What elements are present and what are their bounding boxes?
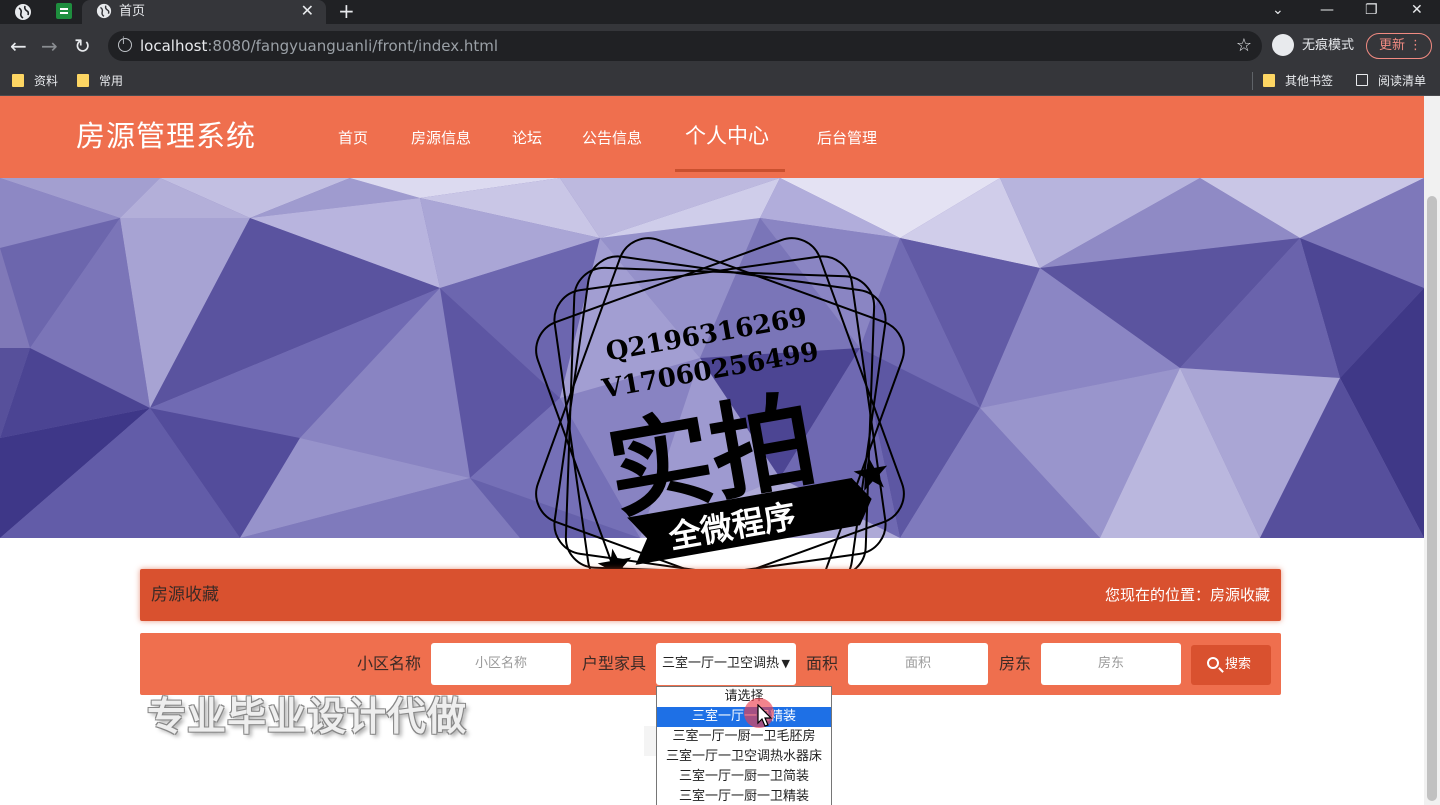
dropdown-option[interactable]: 三室一厅一厨一卫简装 [657, 767, 831, 787]
bookmark-folder-other[interactable]: 其他书签 [1263, 72, 1333, 90]
new-tab-icon[interactable]: + [338, 0, 355, 22]
folder-icon [77, 74, 89, 87]
dropdown-option[interactable]: 三室一厅一厨一卫精装 [657, 787, 831, 805]
chevron-down-icon: ▼ [781, 657, 790, 670]
nav-active-underline [675, 169, 785, 172]
nav-admin[interactable]: 后台管理 [817, 128, 877, 148]
reading-list[interactable]: 阅读清单 [1356, 72, 1426, 90]
search-icon [1207, 657, 1219, 669]
nav-forum[interactable]: 论坛 [512, 128, 542, 148]
dropdown-option[interactable]: 三室一厅一卫空调热水器床 [657, 747, 831, 767]
url-text[interactable]: localhost:8080/fangyuanguanli/front/inde… [140, 36, 498, 56]
page-viewport: 房源管理系统 首页 房源信息 论坛 公告信息 个人中心 后台管理 Q219631… [0, 96, 1424, 805]
search-button[interactable]: 搜索 [1191, 645, 1271, 685]
site-header: 房源管理系统 首页 房源信息 论坛 公告信息 个人中心 后台管理 [0, 96, 1424, 178]
area-input[interactable] [848, 643, 988, 685]
furniture-label: 户型家具 [582, 654, 647, 673]
page-title-bar: 房源收藏 您现在的位置：房源收藏 [140, 569, 1281, 621]
site-logo[interactable]: 房源管理系统 [76, 118, 256, 154]
update-button[interactable]: 更新 ⋮ [1366, 33, 1432, 59]
furniture-select[interactable]: 三室一厅一卫空调热 ▼ [656, 643, 796, 685]
community-label: 小区名称 [357, 654, 422, 673]
nav-personal-center[interactable]: 个人中心 [685, 122, 769, 150]
furniture-dropdown-list[interactable]: 请选择 三室一厅一卫精装 三室一厅一厨一卫毛胚房 三室一厅一卫空调热水器床 三室… [656, 686, 832, 805]
bookmarks-divider [1252, 72, 1253, 90]
browser-tab-strip: 首页 ✕ + ⌄ — ❐ ✕ [0, 0, 1440, 24]
reading-list-icon [1356, 74, 1368, 86]
back-icon[interactable]: ← [10, 34, 27, 58]
bookmarks-bar: 资料 常用 其他书签 阅读清单 [0, 68, 1440, 96]
window-close-icon[interactable]: ✕ [1411, 0, 1423, 20]
nav-home[interactable]: 首页 [338, 128, 368, 148]
watermark-text: 专业毕业设计代做 [147, 695, 468, 740]
breadcrumb: 您现在的位置：房源收藏 [1104, 586, 1270, 604]
browser-toolbar: ← → ↻ localhost:8080/fangyuanguanli/fron… [0, 24, 1440, 68]
community-input[interactable] [431, 643, 571, 685]
globe-icon[interactable] [14, 3, 32, 21]
tab-close-icon[interactable]: ✕ [301, 2, 314, 20]
nav-announcements[interactable]: 公告信息 [582, 128, 642, 148]
landlord-input[interactable] [1041, 643, 1181, 685]
active-tab[interactable]: 首页 ✕ [82, 0, 326, 24]
minimize-icon[interactable]: — [1320, 0, 1334, 20]
landlord-label: 房东 [999, 654, 1032, 673]
page-scrollbar[interactable] [1424, 96, 1440, 805]
incognito-icon[interactable] [1272, 34, 1294, 56]
bookmark-folder-ziliao[interactable]: 资料 [12, 72, 58, 90]
tab-title: 首页 [119, 4, 146, 19]
mouse-cursor-icon [757, 704, 773, 727]
menu-dots-icon: ⋮ [1409, 38, 1422, 53]
watermark-stamp: Q2196316269 V17060256499 实拍 全微程序 [535, 237, 905, 607]
folder-icon [1263, 74, 1275, 87]
folder-icon [12, 74, 24, 87]
dropdown-option[interactable]: 请选择 [657, 687, 831, 707]
area-label: 面积 [806, 654, 839, 673]
bookmark-folder-changyong[interactable]: 常用 [77, 72, 123, 90]
dropdown-option[interactable]: 三室一厅一厨一卫毛胚房 [657, 727, 831, 747]
incognito-label[interactable]: 无痕模式 [1302, 37, 1354, 55]
page-title: 房源收藏 [151, 585, 219, 605]
scrollbar-thumb[interactable] [1427, 196, 1437, 801]
tab-search-chevron-icon[interactable]: ⌄ [1272, 0, 1284, 20]
bookmark-star-icon[interactable]: ☆ [1236, 35, 1252, 56]
sheets-tab-icon[interactable] [56, 3, 72, 19]
site-info-icon[interactable] [118, 36, 132, 52]
restore-icon[interactable]: ❐ [1365, 0, 1378, 20]
globe-icon [96, 3, 112, 19]
reload-icon[interactable]: ↻ [74, 34, 91, 58]
nav-listings[interactable]: 房源信息 [411, 128, 471, 148]
forward-icon[interactable]: → [41, 34, 58, 58]
address-bar[interactable]: localhost:8080/fangyuanguanli/front/inde… [108, 31, 1262, 61]
